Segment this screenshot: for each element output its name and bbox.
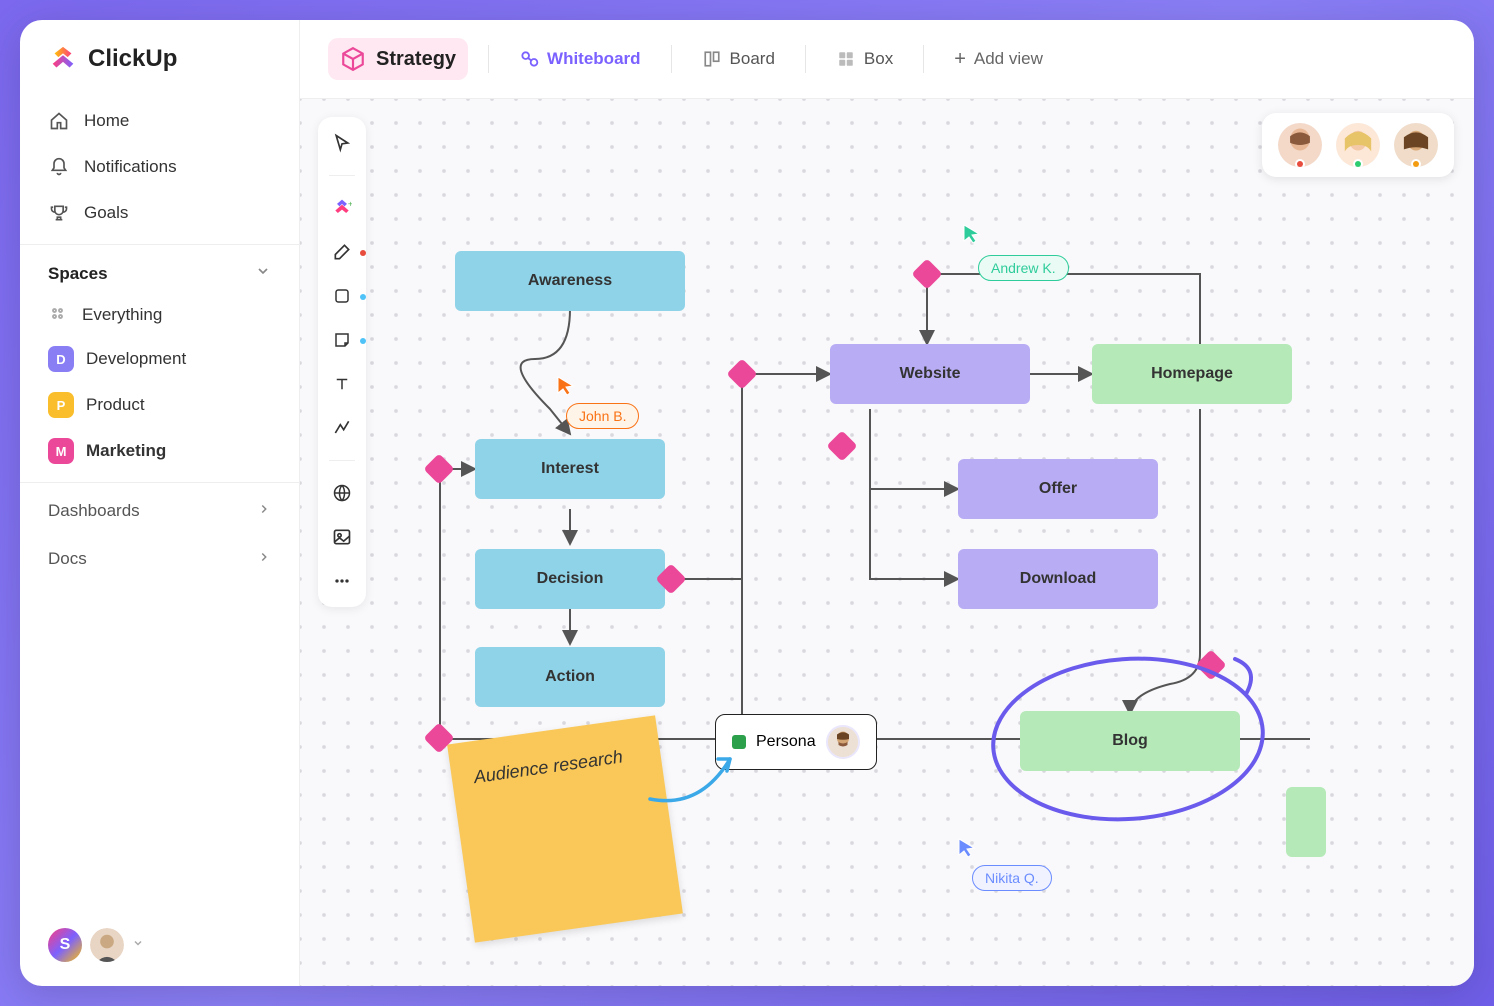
node-interest[interactable]: Interest — [475, 439, 665, 499]
sticky-tool[interactable] — [330, 328, 354, 352]
nav-label: Goals — [84, 203, 128, 223]
view-whiteboard[interactable]: Whiteboard — [509, 43, 651, 75]
logo[interactable]: ClickUp — [20, 44, 299, 98]
shape-tool[interactable] — [330, 284, 354, 308]
sticky-note[interactable]: Audience research — [447, 715, 683, 942]
main: Strategy Whiteboard Board — [300, 20, 1474, 986]
space-label: Marketing — [86, 441, 166, 461]
connector-handle[interactable] — [423, 453, 454, 484]
canvas-toolbar: + — [318, 117, 366, 607]
node-action[interactable]: Action — [475, 647, 665, 707]
space-label: Everything — [82, 305, 162, 325]
trophy-icon — [48, 202, 70, 224]
cube-icon — [340, 46, 366, 72]
dashboards-header[interactable]: Dashboards — [20, 482, 299, 531]
view-box[interactable]: Box — [826, 43, 903, 75]
node-download[interactable]: Download — [958, 549, 1158, 609]
node-decision[interactable]: Decision — [475, 549, 665, 609]
avatar[interactable] — [1278, 123, 1322, 167]
text-tool[interactable] — [330, 372, 354, 396]
cursor-andrew — [962, 223, 982, 245]
more-tool[interactable] — [330, 569, 354, 593]
space-development[interactable]: D Development — [20, 336, 299, 382]
plus-icon: + — [954, 48, 966, 71]
chevron-down-icon[interactable] — [132, 936, 144, 954]
space-title-chip[interactable]: Strategy — [328, 38, 468, 80]
cursor-nikita — [957, 837, 977, 859]
user-tag-john: John B. — [566, 403, 639, 429]
space-everything[interactable]: Everything — [20, 294, 299, 336]
nav-label: Notifications — [84, 157, 177, 177]
cursor-john — [556, 375, 576, 397]
chevron-right-icon — [257, 501, 271, 521]
space-badge: M — [48, 438, 74, 464]
image-tool[interactable] — [330, 525, 354, 549]
avatar — [826, 725, 860, 759]
grid-icon — [48, 304, 70, 326]
node-offer[interactable]: Offer — [958, 459, 1158, 519]
user-tag-nikita: Nikita Q. — [972, 865, 1052, 891]
collaborator-bar — [1262, 113, 1454, 177]
nav-label: Home — [84, 111, 129, 131]
connector-handle[interactable] — [1195, 649, 1226, 680]
user-avatar[interactable]: S — [48, 928, 82, 962]
whiteboard-canvas[interactable]: + — [300, 99, 1474, 986]
node-awareness[interactable]: Awareness — [455, 251, 685, 311]
view-board[interactable]: Board — [692, 43, 785, 75]
pen-tool[interactable] — [330, 240, 354, 264]
chevron-down-icon — [255, 263, 271, 284]
status-square — [732, 735, 746, 749]
avatar[interactable] — [1336, 123, 1380, 167]
svg-text:+: + — [348, 198, 352, 208]
connector-handle[interactable] — [826, 430, 857, 461]
node-blog[interactable]: Blog — [1020, 711, 1240, 771]
node-edge[interactable] — [1286, 787, 1326, 857]
user-avatar[interactable] — [90, 928, 124, 962]
space-product[interactable]: P Product — [20, 382, 299, 428]
clickup-new-tool[interactable]: + — [330, 196, 354, 220]
select-tool[interactable] — [330, 131, 354, 155]
connector-handle[interactable] — [911, 258, 942, 289]
app-frame: ClickUp Home Notifications Goals Spaces — [20, 20, 1474, 986]
nav-home[interactable]: Home — [20, 98, 299, 144]
home-icon — [48, 110, 70, 132]
board-icon — [702, 49, 722, 69]
logo-icon — [48, 44, 78, 74]
bell-icon — [48, 156, 70, 178]
space-marketing[interactable]: M Marketing — [20, 428, 299, 474]
space-label: Development — [86, 349, 186, 369]
avatar[interactable] — [1394, 123, 1438, 167]
connector-handle[interactable] — [726, 358, 757, 389]
node-website[interactable]: Website — [830, 344, 1030, 404]
whiteboard-icon — [519, 49, 539, 69]
node-persona[interactable]: Persona — [715, 714, 877, 770]
topbar: Strategy Whiteboard Board — [300, 20, 1474, 99]
logo-text: ClickUp — [88, 45, 177, 73]
docs-header[interactable]: Docs — [20, 531, 299, 579]
nav-goals[interactable]: Goals — [20, 190, 299, 236]
user-tag-andrew: Andrew K. — [978, 255, 1069, 281]
node-homepage[interactable]: Homepage — [1092, 344, 1292, 404]
sidebar: ClickUp Home Notifications Goals Spaces — [20, 20, 300, 986]
box-icon — [836, 49, 856, 69]
chevron-right-icon — [257, 549, 271, 569]
space-title: Strategy — [376, 48, 456, 71]
web-tool[interactable] — [330, 481, 354, 505]
space-badge: P — [48, 392, 74, 418]
space-badge: D — [48, 346, 74, 372]
space-label: Product — [86, 395, 145, 415]
add-view-button[interactable]: + Add view — [944, 42, 1053, 77]
nav-notifications[interactable]: Notifications — [20, 144, 299, 190]
sidebar-footer: S — [20, 928, 299, 962]
spaces-header[interactable]: Spaces — [20, 244, 299, 294]
connector-tool[interactable] — [330, 416, 354, 440]
